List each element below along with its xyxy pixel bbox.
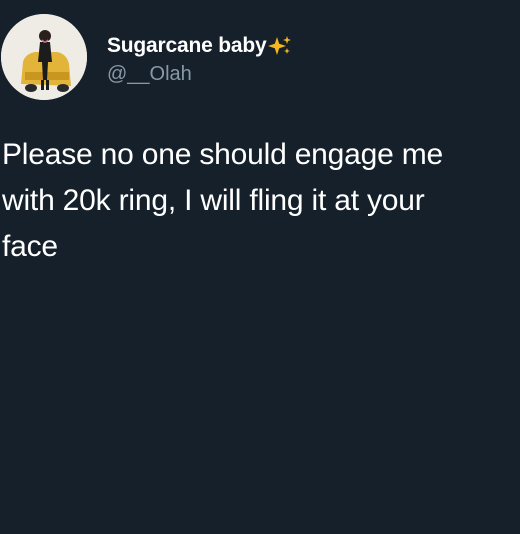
user-handle[interactable]: @__Olah — [107, 63, 293, 86]
display-name[interactable]: Sugarcane baby — [107, 34, 267, 58]
sparkles-icon — [267, 34, 293, 58]
tweet-text: Please no one should engage me with 20k … — [2, 138, 444, 263]
avatar[interactable] — [1, 14, 87, 100]
tweet-card: Sugarcane baby @__Olah Please no one sho… — [0, 0, 520, 534]
profile-photo — [1, 14, 87, 100]
author-block: Sugarcane baby @__Olah — [107, 33, 293, 86]
name-row: Sugarcane baby — [107, 33, 293, 59]
